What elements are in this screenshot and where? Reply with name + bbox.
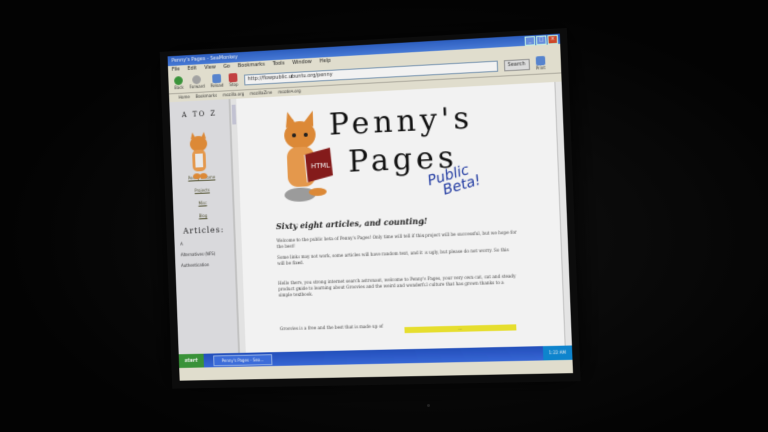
menu-go[interactable]: Go [223, 63, 230, 71]
sidebar-cat-illustration [189, 131, 208, 180]
welcome-paragraph: Hello there, you strong internet search … [278, 273, 516, 298]
page-content: A TO Z Penny's Home Projects Misc Blog A… [169, 81, 572, 355]
back-label: Back [174, 84, 184, 91]
back-button[interactable]: Back [174, 76, 184, 90]
menu-tools[interactable]: Tools [272, 59, 284, 68]
menu-edit[interactable]: Edit [187, 64, 197, 72]
print-button[interactable]: Print [535, 55, 546, 71]
stop-label: Stop [229, 81, 239, 88]
sidebar-link-projects[interactable]: Projects [173, 187, 232, 194]
reload-label: Reload [210, 82, 224, 89]
article-link[interactable]: Alternatives (NFS) [175, 251, 235, 258]
reload-button[interactable]: Reload [210, 73, 224, 89]
logo-text-line1: Penny's [328, 100, 474, 143]
forward-label: Forward [189, 83, 205, 90]
sidebar-link-misc[interactable]: Misc [173, 199, 232, 206]
menu-help[interactable]: Help [319, 57, 331, 66]
article-link[interactable]: Authentication [175, 261, 235, 268]
articles-heading: Articles: [183, 225, 225, 236]
menu-bookmarks[interactable]: Bookmarks [238, 61, 265, 70]
intro-paragraph: Welcome to the public beta of Penny's Pa… [276, 229, 517, 250]
print-label: Print [535, 65, 546, 71]
book-label: HTML [311, 161, 331, 170]
scrollbar-thumb[interactable] [231, 104, 237, 125]
highlighted-text: ... [404, 324, 517, 334]
main-article: HTML Penny's Pages Public Beta! Sixty ei… [238, 81, 565, 353]
monitor-power-led [427, 404, 430, 407]
window-controls: _ □ × [524, 34, 561, 46]
sidebar: A TO Z Penny's Home Projects Misc Blog A… [169, 99, 240, 355]
start-button[interactable]: start [178, 353, 204, 368]
menu-view[interactable]: View [204, 63, 216, 71]
sidebar-link-blog[interactable]: Blog [173, 212, 232, 219]
menu-file[interactable]: File [172, 65, 180, 73]
taskbar-window-item[interactable]: Penny's Pages - Sea... [212, 353, 273, 366]
article-letter: A [180, 241, 184, 247]
minimize-button[interactable]: _ [524, 36, 536, 46]
menu-window[interactable]: Window [292, 58, 312, 67]
system-clock: 1:22 AM [542, 345, 573, 361]
stop-button[interactable]: Stop [228, 72, 239, 88]
closing-paragraph: Groovies is a free and the best that is … [279, 323, 384, 332]
forward-button[interactable]: Forward [189, 75, 205, 90]
notice-paragraph: Some links may not work, some articles w… [277, 247, 509, 266]
close-button[interactable]: × [547, 34, 559, 45]
page-headline: Sixty eight articles, and counting! [275, 215, 428, 232]
photo-scene: Penny's Pages - SeaMonkey _ □ × File Edi… [0, 0, 768, 432]
search-button[interactable]: Search [503, 58, 530, 71]
monitor-screen: Penny's Pages - SeaMonkey _ □ × File Edi… [167, 33, 574, 381]
maximize-button[interactable]: □ [535, 35, 547, 46]
